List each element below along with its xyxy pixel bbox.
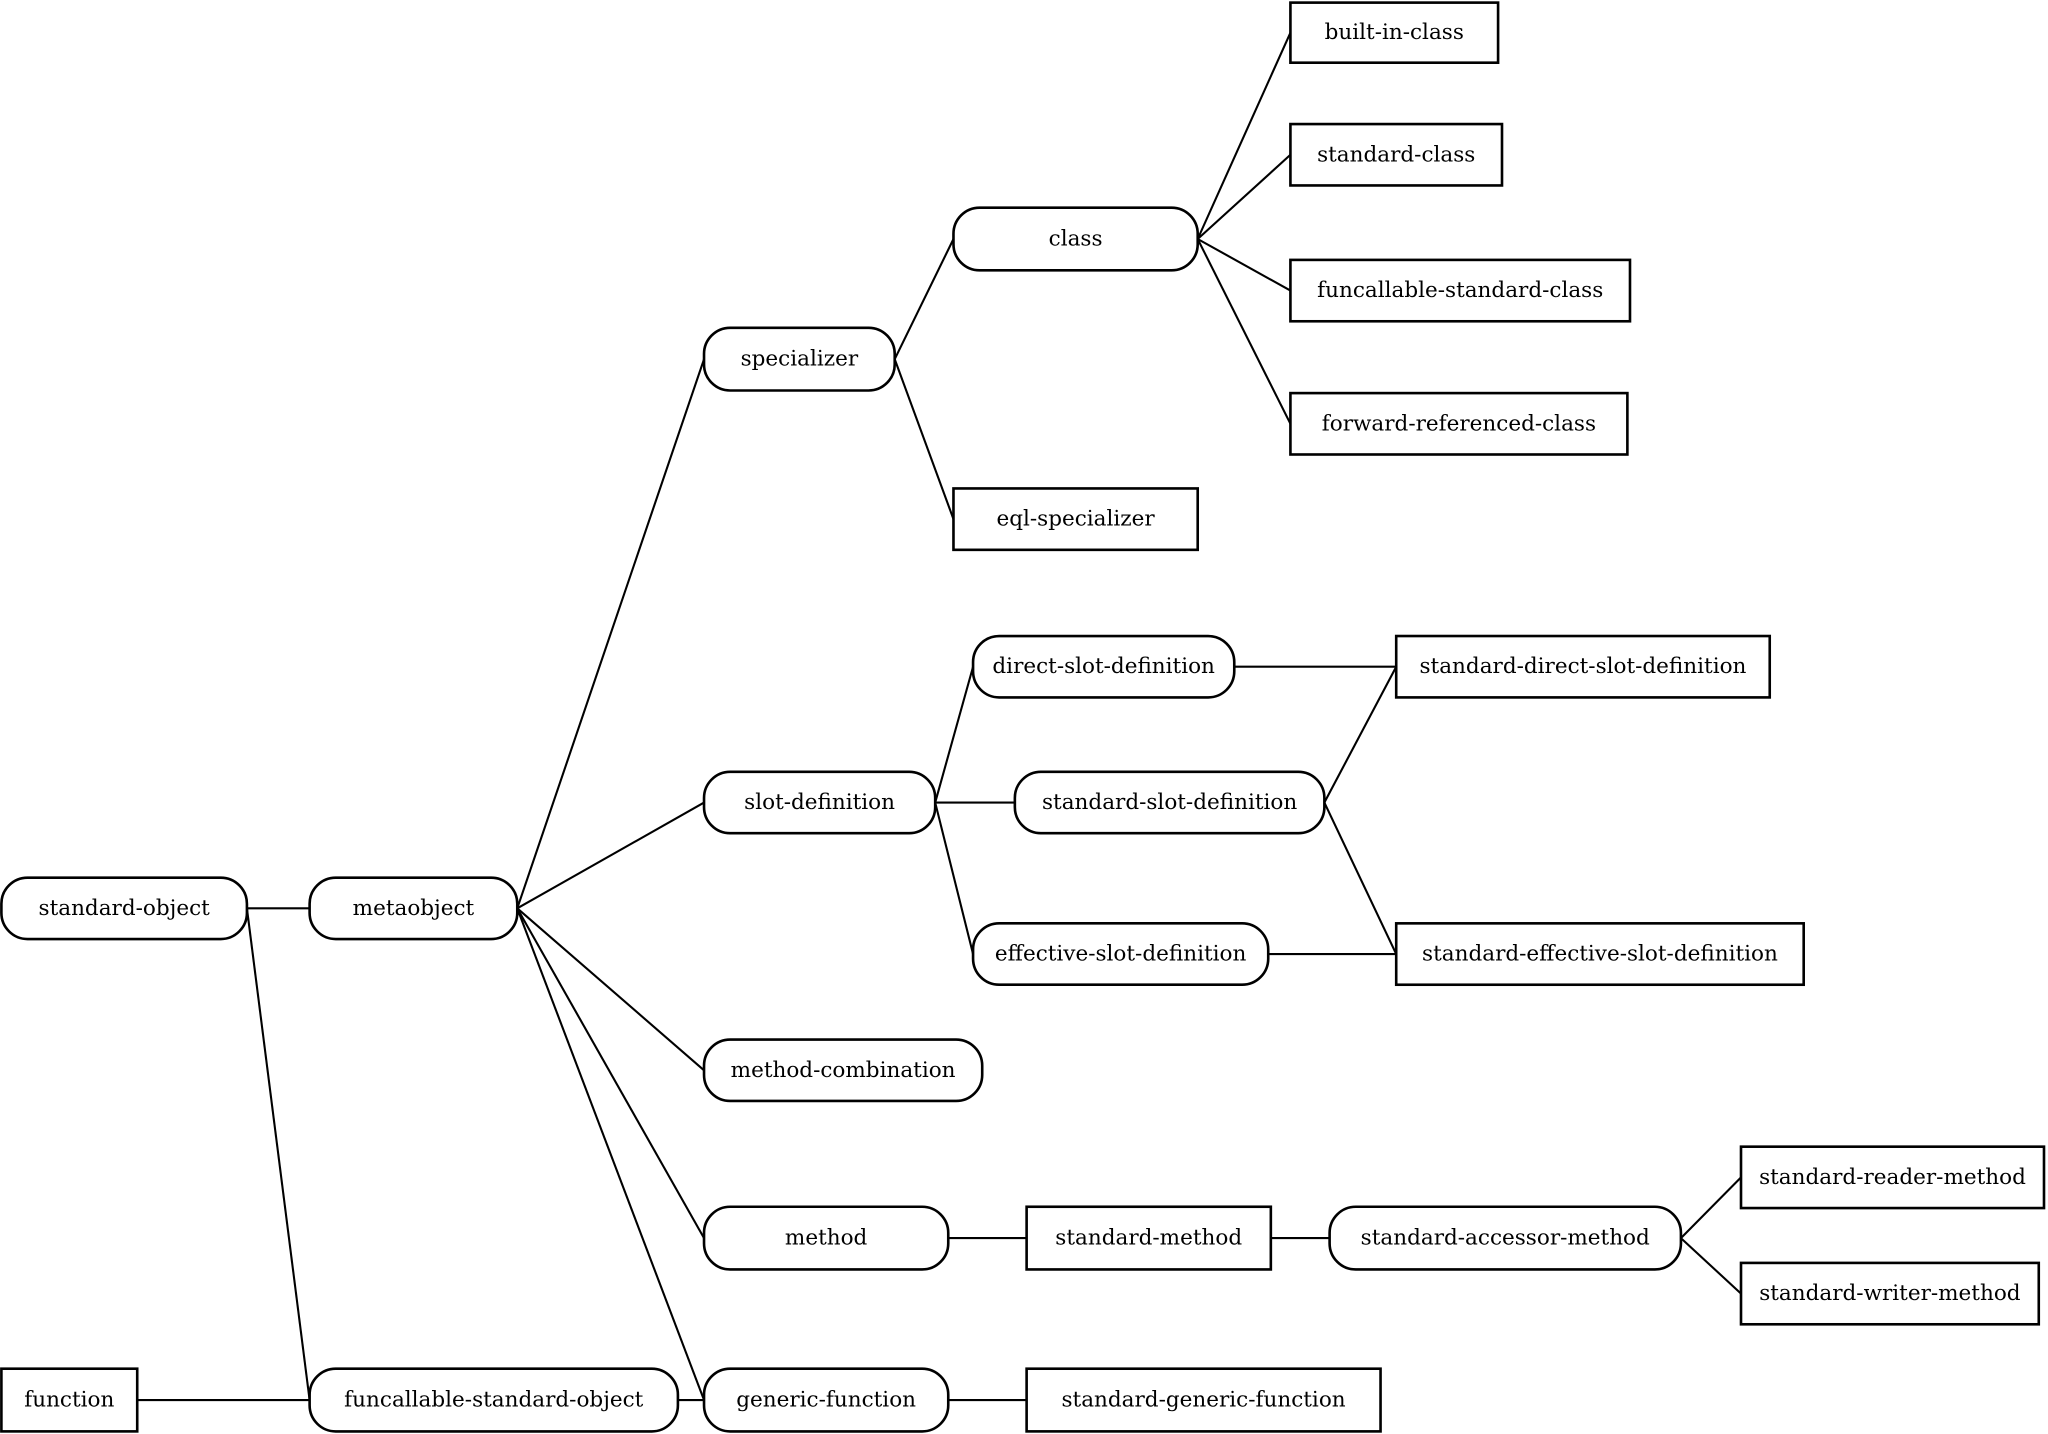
node-label: function bbox=[24, 1388, 114, 1413]
edge-slot-definition-to-effective-slot-definition bbox=[934, 802, 975, 955]
node-method: method bbox=[702, 1205, 950, 1271]
edges bbox=[137, 32, 1742, 1402]
node-label: standard-accessor-method bbox=[1361, 1226, 1650, 1251]
node-label: specializer bbox=[741, 347, 859, 372]
node-label: standard-generic-function bbox=[1061, 1388, 1345, 1413]
edge-metaobject-to-generic-function bbox=[516, 907, 706, 1401]
node-function: function bbox=[0, 1367, 139, 1433]
node-label: slot-definition bbox=[744, 790, 895, 815]
node-label: eql-specializer bbox=[996, 507, 1155, 532]
edge-class-to-standard-class bbox=[1196, 153, 1292, 240]
node-standard-effective-slot-definition: standard-effective-slot-definition bbox=[1394, 922, 1805, 987]
node-standard-slot-definition: standard-slot-definition bbox=[1013, 770, 1326, 835]
edge-metaobject-to-specializer bbox=[516, 358, 706, 909]
edge-standard-slot-definition-to-standard-direct-slot-definition bbox=[1323, 666, 1398, 804]
class-hierarchy-diagram: built-in-class standard-class funcallable-… bbox=[0, 0, 2048, 1434]
edge-specializer-to-class bbox=[893, 238, 955, 360]
node-funcallable-standard-class: funcallable-standard-class bbox=[1289, 258, 1632, 323]
edge-standard-slot-definition-to-standard-effective-slot-definition bbox=[1323, 802, 1398, 955]
node-label: funcallable-standard-object bbox=[344, 1388, 643, 1413]
diagram-canvas: built-in-class standard-class funcallable-… bbox=[0, 1, 2046, 1433]
node-label: standard-slot-definition bbox=[1042, 790, 1297, 815]
node-funcallable-standard-object: funcallable-standard-object bbox=[308, 1367, 680, 1433]
node-standard-accessor-method: standard-accessor-method bbox=[1328, 1205, 1683, 1271]
node-label: funcallable-standard-class bbox=[1317, 278, 1603, 303]
node-direct-slot-definition: direct-slot-definition bbox=[971, 634, 1236, 699]
edge-class-to-built-in-class bbox=[1196, 32, 1292, 240]
node-specializer: specializer bbox=[702, 326, 897, 392]
node-label: method-combination bbox=[731, 1058, 956, 1083]
node-label: standard-object bbox=[39, 896, 211, 921]
node-label: standard-class bbox=[1317, 142, 1475, 167]
node-label: forward-referenced-class bbox=[1322, 411, 1596, 436]
node-label: standard-method bbox=[1055, 1226, 1242, 1251]
node-standard-class: standard-class bbox=[1289, 122, 1504, 187]
edge-metaobject-to-method-combination bbox=[516, 907, 705, 1072]
node-label: effective-slot-definition bbox=[995, 942, 1247, 967]
node-standard-generic-function: standard-generic-function bbox=[1025, 1367, 1382, 1433]
node-label: generic-function bbox=[736, 1388, 916, 1413]
node-label: standard-reader-method bbox=[1759, 1165, 2026, 1190]
node-eql-specializer: eql-specializer bbox=[952, 487, 1200, 552]
node-standard-writer-method: standard-writer-method bbox=[1739, 1261, 2041, 1326]
edge-standard-accessor-method-to-standard-reader-method bbox=[1680, 1176, 1742, 1239]
node-standard-direct-slot-definition: standard-direct-slot-definition bbox=[1394, 634, 1772, 699]
node-forward-referenced-class: forward-referenced-class bbox=[1289, 391, 1629, 456]
node-label: standard-effective-slot-definition bbox=[1422, 942, 1778, 967]
node-label: class bbox=[1049, 227, 1103, 252]
edge-specializer-to-eql-specializer bbox=[893, 358, 955, 520]
node-slot-definition: slot-definition bbox=[702, 770, 937, 835]
node-method-combination: method-combination bbox=[702, 1038, 984, 1103]
edge-standard-accessor-method-to-standard-writer-method bbox=[1680, 1237, 1742, 1295]
edge-slot-definition-to-direct-slot-definition bbox=[934, 666, 975, 803]
node-standard-method: standard-method bbox=[1025, 1205, 1273, 1271]
node-effective-slot-definition: effective-slot-definition bbox=[971, 922, 1270, 987]
node-metaobject: metaobject bbox=[308, 876, 519, 941]
node-built-in-class: built-in-class bbox=[1289, 1, 1500, 64]
node-label: method bbox=[785, 1226, 868, 1251]
node-standard-reader-method: standard-reader-method bbox=[1739, 1145, 2046, 1210]
edge-metaobject-to-method bbox=[516, 907, 705, 1239]
node-label: direct-slot-definition bbox=[992, 654, 1215, 679]
edge-metaobject-to-slot-definition bbox=[516, 801, 705, 910]
edge-class-to-forward-referenced-class bbox=[1196, 238, 1292, 425]
node-label: standard-direct-slot-definition bbox=[1420, 654, 1747, 679]
edge-standard-object-to-funcallable-standard-object bbox=[245, 908, 311, 1401]
node-standard-object: standard-object bbox=[0, 876, 249, 941]
node-class: class bbox=[952, 206, 1200, 272]
node-label: standard-writer-method bbox=[1759, 1281, 2021, 1306]
node-generic-function: generic-function bbox=[702, 1367, 950, 1433]
node-label: metaobject bbox=[353, 896, 475, 921]
nodes: built-in-class standard-class funcallable-… bbox=[0, 1, 2046, 1433]
node-label: built-in-class bbox=[1325, 20, 1464, 45]
